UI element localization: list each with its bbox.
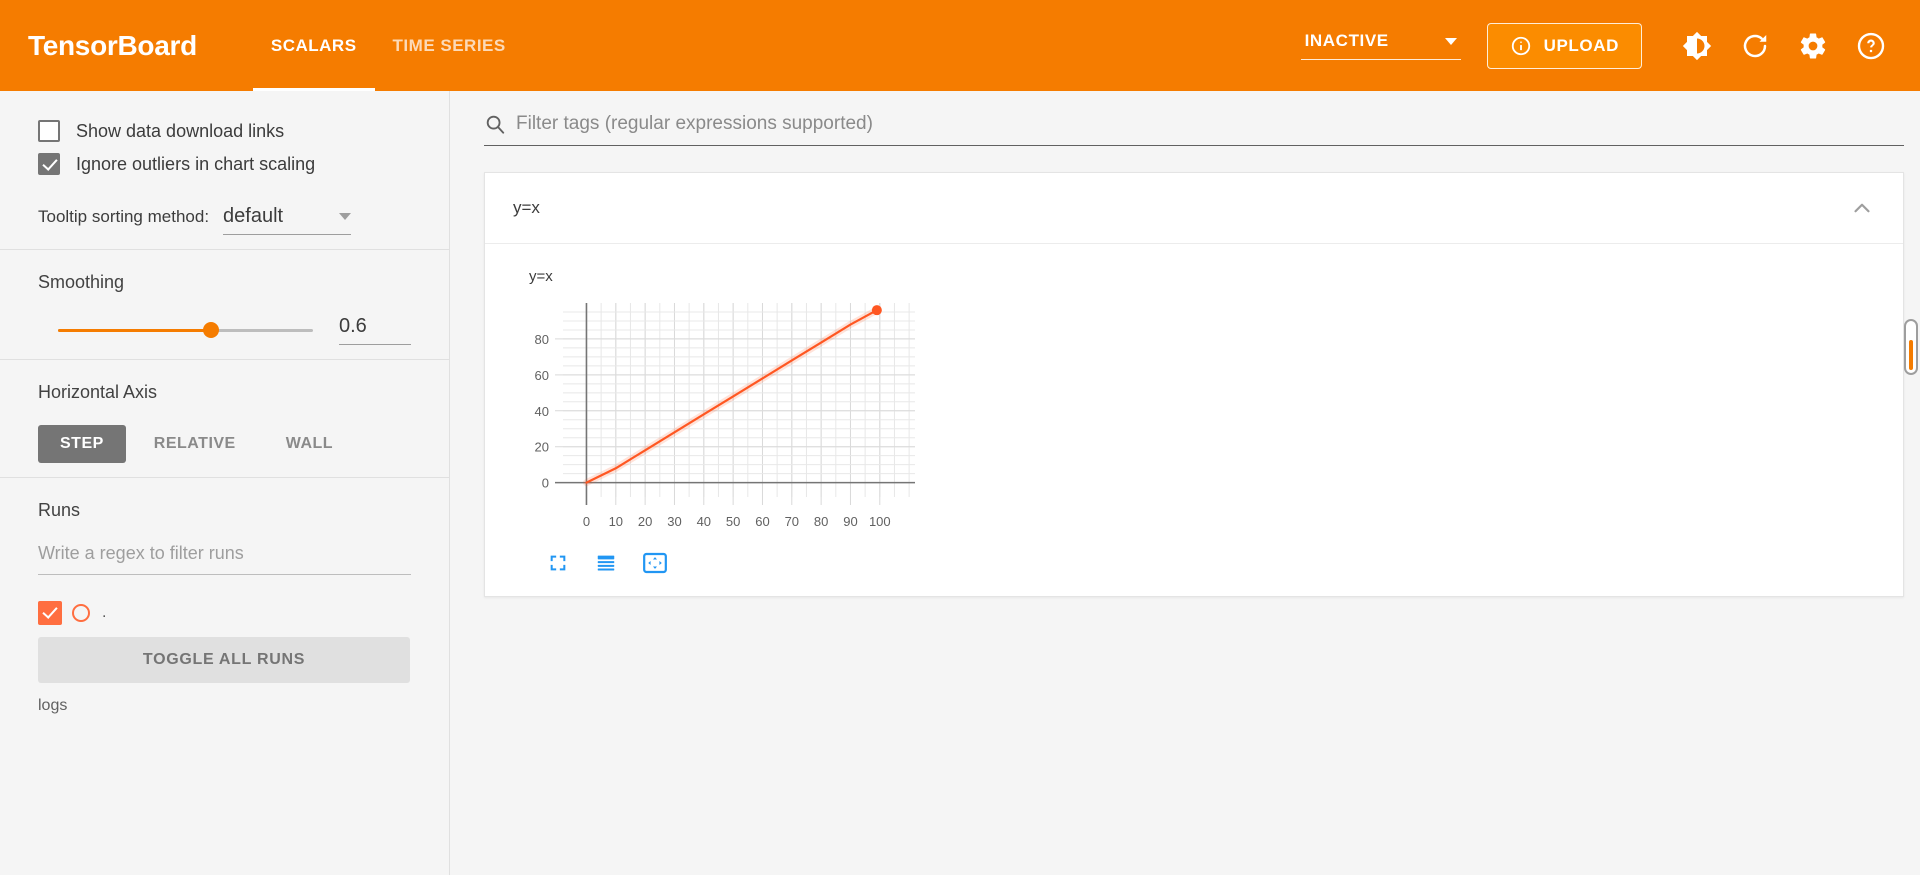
svg-text:70: 70	[785, 514, 799, 529]
runs-section: Runs Write a regex to filter runs . TOGG…	[0, 478, 449, 729]
svg-text:80: 80	[535, 332, 549, 347]
axis-option-relative[interactable]: RELATIVE	[132, 425, 258, 463]
show-download-links-label: Show data download links	[76, 120, 285, 141]
svg-text:80: 80	[814, 514, 828, 529]
chart-toolbar	[547, 552, 1903, 574]
fullscreen-icon[interactable]	[547, 552, 569, 574]
info-icon	[1511, 36, 1530, 55]
svg-text:20: 20	[535, 440, 549, 455]
svg-text:60: 60	[535, 368, 549, 383]
logs-label: logs	[38, 697, 68, 714]
tab-time-series[interactable]: TIME SERIES	[375, 0, 524, 91]
chevron-up-icon[interactable]	[1849, 195, 1875, 221]
refresh-icon[interactable]	[1740, 31, 1770, 61]
fit-domain-icon[interactable]	[643, 552, 667, 574]
card-title: y=x	[513, 198, 540, 217]
svg-text:0: 0	[583, 514, 590, 529]
ignore-outliers-checkbox[interactable]	[38, 153, 60, 175]
upload-button[interactable]: UPLOAD	[1486, 22, 1642, 69]
tag-filter-bar[interactable]: Filter tags (regular expressions support…	[484, 113, 1904, 146]
run-status-value: INACTIVE	[1304, 31, 1389, 50]
app-body: Show data download links Ignore outliers…	[0, 91, 1920, 875]
nav-tabs: SCALARS TIME SERIES	[252, 0, 524, 91]
ignore-outliers-row[interactable]: Ignore outliers in chart scaling	[38, 153, 411, 175]
tooltip-sorting-value: default	[223, 205, 284, 227]
show-download-links-row[interactable]: Show data download links	[38, 120, 411, 142]
chart-tick-labels: 0 20 40 60 80 0 10 20 30 40 50 60 70 80 90 100	[535, 332, 891, 529]
smoothing-section: Smoothing 0.6	[0, 250, 449, 359]
main-content: Filter tags (regular expressions support…	[450, 91, 1920, 875]
data-table-icon[interactable]	[595, 552, 617, 574]
runs-title: Runs	[38, 500, 81, 520]
run-color-circle-icon	[72, 604, 90, 622]
settings-sidebar: Show data download links Ignore outliers…	[0, 91, 450, 875]
run-label: .	[102, 604, 107, 621]
svg-text:40: 40	[697, 514, 711, 529]
show-download-links-checkbox[interactable]	[38, 120, 60, 142]
axis-option-step[interactable]: STEP	[38, 425, 126, 463]
header-actions: INACTIVE UPLOAD	[1300, 22, 1920, 69]
scalar-card: y=x y=x 0 20 40 60 80 0 10 20 30 40 50 60 70 80 90 100	[484, 172, 1904, 597]
search-icon	[486, 115, 505, 134]
vertical-scrollbar-thumb[interactable]	[1904, 319, 1918, 375]
tag-filter-input[interactable]: Filter tags (regular expressions support…	[516, 113, 873, 135]
settings-gear-icon[interactable]	[1798, 31, 1828, 61]
smoothing-control: 0.6	[38, 315, 411, 345]
tooltip-sorting-label: Tooltip sorting method:	[38, 207, 210, 226]
horizontal-axis-options: STEP RELATIVE WALL	[38, 425, 411, 463]
run-filter-input[interactable]: Write a regex to filter runs	[38, 543, 411, 575]
smoothing-value-input[interactable]: 0.6	[339, 315, 411, 345]
upload-button-label: UPLOAD	[1543, 35, 1619, 55]
svg-text:60: 60	[755, 514, 769, 529]
svg-text:90: 90	[843, 514, 857, 529]
help-icon[interactable]	[1856, 31, 1886, 61]
app-header: TensorBoard SCALARS TIME SERIES INACTIVE…	[0, 0, 1920, 91]
horizontal-axis-title: Horizontal Axis	[38, 382, 158, 402]
tooltip-sorting-dropdown[interactable]: default	[223, 205, 352, 235]
run-list-item[interactable]: .	[38, 601, 411, 625]
line-chart[interactable]: 0 20 40 60 80 0 10 20 30 40 50 60 70 80 90 100	[511, 291, 931, 541]
brightness-icon[interactable]	[1682, 31, 1712, 61]
run-checkbox[interactable]	[38, 601, 62, 625]
smoothing-title: Smoothing	[38, 272, 125, 292]
chevron-down-icon	[339, 213, 352, 220]
smoothing-slider[interactable]	[58, 322, 313, 338]
horizontal-axis-section: Horizontal Axis STEP RELATIVE WALL	[0, 360, 449, 477]
svg-text:50: 50	[726, 514, 740, 529]
card-body: y=x 0 20 40 60 80 0 10 20 30 40 50 60 70 80 90 100	[485, 244, 1903, 596]
slider-knob[interactable]	[203, 322, 219, 338]
axis-option-wall[interactable]: WALL	[264, 425, 355, 463]
tooltip-sorting-row: Tooltip sorting method: default	[38, 205, 411, 235]
run-status-dropdown[interactable]: INACTIVE	[1300, 31, 1461, 60]
toggle-all-runs-button[interactable]: TOGGLE ALL RUNS	[38, 637, 410, 683]
tab-scalars[interactable]: SCALARS	[252, 0, 375, 91]
svg-text:0: 0	[542, 476, 549, 491]
ignore-outliers-label: Ignore outliers in chart scaling	[76, 153, 316, 174]
chevron-down-icon	[1444, 37, 1457, 45]
slider-fill	[58, 329, 211, 332]
svg-text:20: 20	[638, 514, 652, 529]
svg-text:40: 40	[535, 404, 549, 419]
app-logo: TensorBoard	[28, 29, 197, 61]
svg-text:30: 30	[667, 514, 681, 529]
card-header[interactable]: y=x	[485, 173, 1903, 244]
display-options-section: Show data download links Ignore outliers…	[0, 101, 449, 249]
chart-title: y=x	[529, 268, 553, 285]
svg-text:10: 10	[609, 514, 623, 529]
scrollbar-fill	[1909, 340, 1913, 370]
svg-text:100: 100	[869, 514, 891, 529]
